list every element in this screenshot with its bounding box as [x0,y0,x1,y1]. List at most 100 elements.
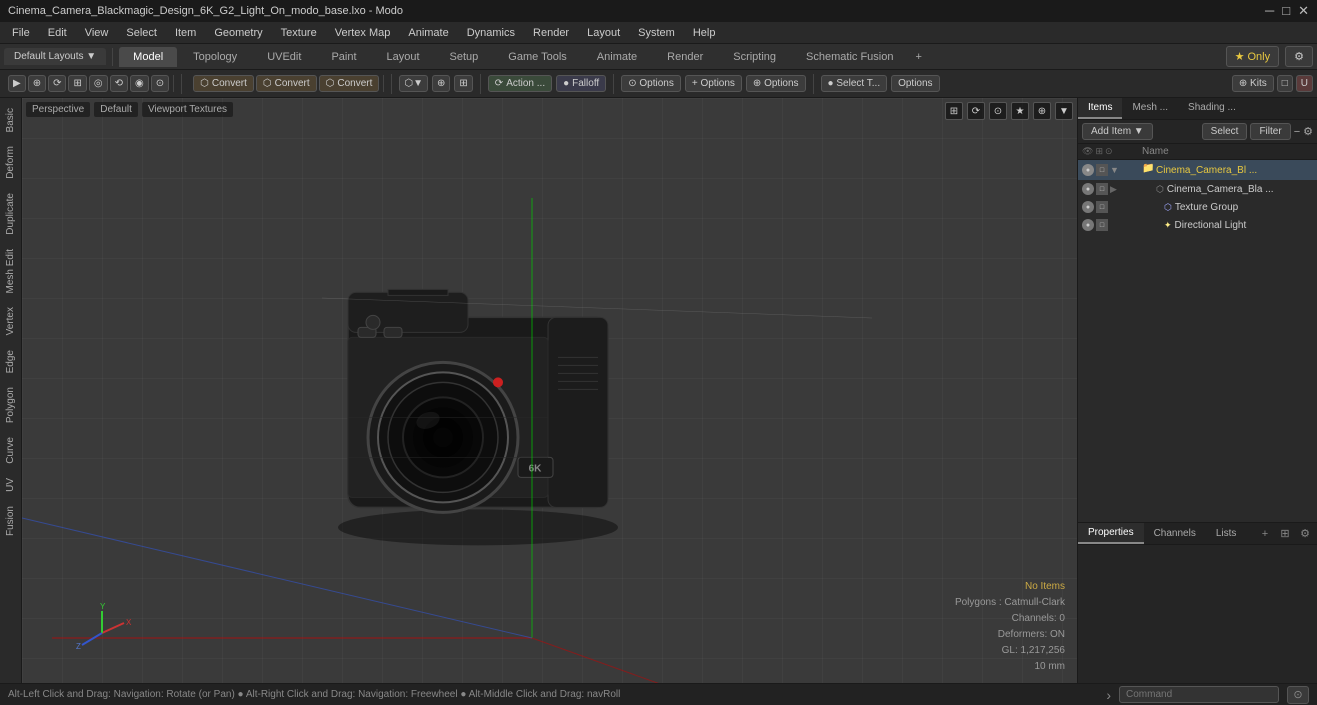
vp-ctrl-4[interactable]: ★ [1011,102,1029,120]
vis-root[interactable]: □ [1096,164,1108,176]
menu-view[interactable]: View [77,25,117,41]
menu-geometry[interactable]: Geometry [206,25,270,41]
settings-button[interactable]: ⚙ [1285,46,1313,67]
tab-animate[interactable]: Animate [583,47,651,67]
convert-button-1[interactable]: ⬡ Convert [193,75,254,92]
options-button-2[interactable]: + Options [685,75,742,92]
statusbar-arrow[interactable]: › [1106,687,1111,703]
prop-settings-btn[interactable]: ⚙ [1297,526,1313,542]
tab-default-layouts[interactable]: Default Layouts ▼ [4,48,106,65]
convert-button-2[interactable]: ⬡ Convert [256,75,317,92]
action-button[interactable]: ⟳ Action ... [488,75,552,92]
select-t-button[interactable]: ● Select T... [821,75,888,92]
falloff-button[interactable]: ● Falloff [556,75,606,92]
unreal-btn[interactable]: U [1296,75,1313,92]
menu-animate[interactable]: Animate [400,25,456,41]
tool-6[interactable]: ⟲ [110,75,128,92]
tab-scripting[interactable]: Scripting [719,47,790,67]
eye-root[interactable]: ● [1082,164,1094,176]
menu-vertex-map[interactable]: Vertex Map [327,25,399,41]
tab-layout[interactable]: Layout [373,47,434,67]
vp-ctrl-settings[interactable]: ▼ [1055,102,1073,120]
tool-7[interactable]: ◉ [130,75,149,92]
prop-plus-btn[interactable]: + [1257,526,1273,542]
menu-edit[interactable]: Edit [40,25,75,41]
menu-texture[interactable]: Texture [273,25,325,41]
prop-tab-properties[interactable]: Properties [1078,523,1144,544]
sidebar-item-basic[interactable]: Basic [2,102,19,138]
command-input[interactable] [1119,686,1279,703]
items-minus-btn[interactable]: − [1294,126,1300,138]
options-button-3[interactable]: ⊕ Options [746,75,806,92]
sidebar-item-polygon[interactable]: Polygon [2,381,19,429]
options-button-4[interactable]: Options [891,75,939,92]
tab-paint[interactable]: Paint [317,47,370,67]
items-tab-items[interactable]: Items [1078,98,1122,119]
kits-button[interactable]: ⊕ Kits [1232,75,1274,92]
mode-dropdown[interactable]: ⬡▼ [399,75,428,92]
sidebar-item-curve[interactable]: Curve [2,431,19,470]
snap-btn[interactable]: ⊕ [432,75,450,92]
tab-schematic[interactable]: Schematic Fusion [792,47,907,67]
sym-btn[interactable]: ⊞ [454,75,472,92]
expand-mesh[interactable]: ▶ [1110,184,1117,195]
vis-texture[interactable]: □ [1096,201,1108,213]
render-icon-btn[interactable]: □ [1277,75,1293,92]
tab-uvedit[interactable]: UVEdit [253,47,315,67]
tab-model[interactable]: Model [119,47,177,67]
sidebar-item-deform[interactable]: Deform [2,140,19,185]
tab-add[interactable]: + [909,48,927,66]
sidebar-item-duplicate[interactable]: Duplicate [2,187,19,241]
prop-tab-channels[interactable]: Channels [1144,524,1206,543]
add-item-button[interactable]: Add Item ▼ [1082,123,1153,140]
tool-5[interactable]: ◎ [89,75,108,92]
prop-expand-btn[interactable]: ⊞ [1277,526,1293,542]
sidebar-item-mesh-edit[interactable]: Mesh Edit [2,243,19,299]
tab-topology[interactable]: Topology [179,47,251,67]
menu-help[interactable]: Help [685,25,724,41]
eye-texture[interactable]: ● [1082,201,1094,213]
tool-4[interactable]: ⊞ [68,75,86,92]
filter-button[interactable]: Filter [1250,123,1290,140]
tool-3[interactable]: ⟳ [48,75,66,92]
vp-ctrl-2[interactable]: ⟳ [967,102,985,120]
maximize-button[interactable]: □ [1282,3,1290,19]
sidebar-item-uv[interactable]: UV [2,472,19,498]
item-row-root[interactable]: ● □ ▼ 📁 Cinema_Camera_Bl ... [1078,160,1317,180]
tab-render[interactable]: Render [653,47,717,67]
vp-ctrl-3[interactable]: ⊙ [989,102,1007,120]
menu-dynamics[interactable]: Dynamics [459,25,523,41]
vis-light[interactable]: □ [1096,219,1108,231]
items-settings-btn[interactable]: ⚙ [1303,125,1313,138]
menu-system[interactable]: System [630,25,683,41]
command-submit-btn[interactable]: ⊙ [1287,686,1309,704]
menu-layout[interactable]: Layout [579,25,628,41]
eye-light[interactable]: ● [1082,219,1094,231]
tab-game-tools[interactable]: Game Tools [494,47,581,67]
tool-8[interactable]: ⊙ [151,75,169,92]
viewport[interactable]: Perspective Default Viewport Textures ⊞ … [22,98,1077,683]
menu-render[interactable]: Render [525,25,577,41]
eye-mesh[interactable]: ● [1082,183,1094,195]
convert-button-3[interactable]: ⬡ Convert [319,75,380,92]
tab-setup[interactable]: Setup [436,47,493,67]
menu-select[interactable]: Select [118,25,165,41]
tool-select[interactable]: ▶ [8,75,26,92]
sidebar-item-edge[interactable]: Edge [2,344,19,379]
menu-item[interactable]: Item [167,25,204,41]
items-tab-mesh[interactable]: Mesh ... [1122,98,1178,119]
select-button[interactable]: Select [1202,123,1248,140]
minimize-button[interactable]: ─ [1265,3,1274,19]
item-row-light[interactable]: ● □ ✦ Directional Light [1078,216,1317,234]
options-button-1[interactable]: ⊙ Options [621,75,681,92]
items-tab-shading[interactable]: Shading ... [1178,98,1246,119]
only-button[interactable]: ★ Only [1226,46,1280,67]
prop-tab-lists[interactable]: Lists [1206,524,1247,543]
close-button[interactable]: ✕ [1298,3,1309,19]
vp-ctrl-1[interactable]: ⊞ [945,102,963,120]
menu-file[interactable]: File [4,25,38,41]
sidebar-item-fusion[interactable]: Fusion [2,500,19,542]
item-row-texture[interactable]: ● □ ⬡ Texture Group [1078,198,1317,216]
vp-ctrl-expand[interactable]: ⊕ [1033,102,1051,120]
vis-mesh[interactable]: □ [1096,183,1108,195]
